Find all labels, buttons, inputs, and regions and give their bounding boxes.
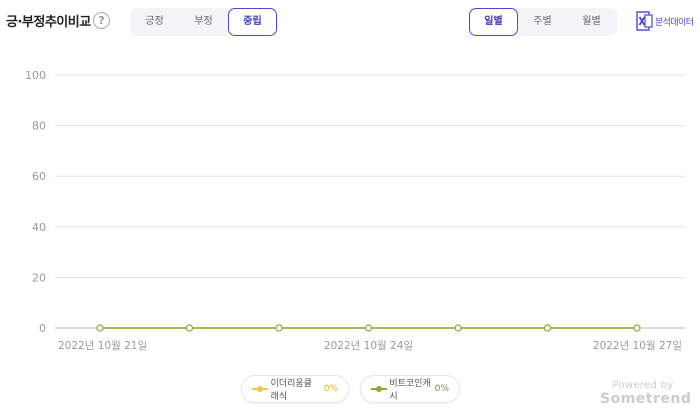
data-point [633,324,641,332]
legend-label: 비트코인캐시 [389,379,431,402]
data-point [275,324,283,332]
x-tick-label: 2022년 10월 21일 [58,339,147,352]
trend-line-chart: 0 20 40 60 80 100 2022년 10월 21일 2022년 10월 24일 20… [25,69,685,352]
page-title: 긍·부정추이비교 [6,15,91,30]
legend-item-ethereum-classic[interactable]: 이더리움클래식 0% [241,375,349,403]
help-icon[interactable]: ? [93,12,110,29]
tab-weekly[interactable]: 주별 [518,8,567,36]
legend-item-bitcoin-cash[interactable]: 비트코인캐시 0% [360,375,460,403]
x-tick-label: 2022년 10월 24일 [324,339,413,352]
legend-label: 이더리움클래식 [270,379,312,402]
legend-value: 0% [323,384,338,394]
brand-name: Sometrend [600,391,692,407]
tab-negative[interactable]: 부정 [179,8,228,36]
powered-by-logo: Powered by Sometrend [600,380,692,407]
sentiment-tab-group: 긍정 부정 중립 [130,8,278,36]
legend-swatch [371,385,387,393]
y-tick-label: 20 [32,271,46,284]
powered-by-text: Powered by [612,380,674,391]
y-tick-label: 40 [32,221,46,234]
period-tab-group: 일별 주별 월별 [469,8,617,36]
tab-monthly[interactable]: 월별 [567,8,616,36]
y-tick-label: 80 [32,120,46,133]
tab-positive[interactable]: 긍정 [130,8,179,36]
export-label: 분석데이터 [655,17,694,28]
data-point [185,324,194,332]
y-tick-label: 60 [32,170,46,183]
excel-icon [636,11,653,31]
tab-daily[interactable]: 일별 [469,8,518,36]
tab-neutral[interactable]: 중립 [228,8,277,36]
data-point [454,324,462,332]
legend-swatch [252,385,268,393]
legend-value: 0% [434,384,449,394]
export-data-button[interactable]: 분석데이터 [636,11,694,31]
data-point [364,324,373,332]
data-point [96,324,104,332]
y-tick-label: 0 [39,322,46,335]
y-tick-label: 100 [25,69,46,82]
data-point [543,324,552,332]
x-tick-label: 2022년 10월 27일 [593,339,682,352]
